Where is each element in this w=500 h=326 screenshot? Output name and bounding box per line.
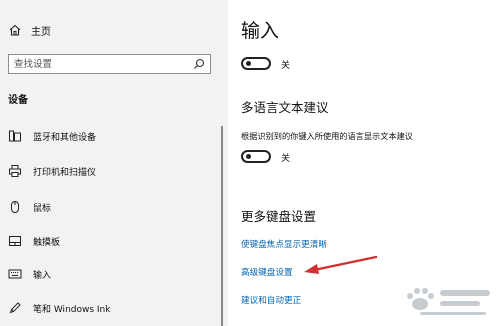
multilingual-toggle[interactable] [241, 150, 271, 163]
search-input[interactable] [9, 55, 194, 73]
more-keyboard-heading: 更多键盘设置 [241, 209, 317, 224]
sidebar-scrollbar[interactable] [221, 126, 223, 326]
home-icon [9, 24, 21, 36]
search-box [8, 54, 211, 74]
sidebar: 主页 设备 蓝牙和其他设备 打印机和扫描仪 [0, 0, 228, 326]
page-title: 输入 [241, 20, 280, 42]
typing-toggle[interactable] [241, 57, 271, 70]
sidebar-item-bluetooth[interactable]: 蓝牙和其他设备 [8, 128, 96, 144]
sidebar-item-label: 笔和 Windows Ink [33, 304, 111, 315]
sidebar-item-label: 触摸板 [33, 237, 61, 248]
mouse-icon [11, 201, 19, 213]
baidu-jingyan-watermark-icon [407, 288, 490, 315]
sidebar-item-label: 输入 [33, 270, 52, 281]
search-icon[interactable] [193, 58, 205, 70]
bluetooth-device-icon [9, 130, 21, 142]
sidebar-item-typing[interactable]: 输入 [8, 266, 51, 282]
settings-window: 主页 设备 蓝牙和其他设备 打印机和扫描仪 [0, 0, 500, 326]
sidebar-item-pen[interactable]: 笔和 Windows Ink [8, 300, 110, 316]
multilingual-heading: 多语言文本建议 [241, 100, 329, 115]
sidebar-item-printers[interactable]: 打印机和扫描仪 [8, 163, 96, 179]
sidebar-item-mouse[interactable]: 鼠标 [8, 199, 51, 215]
section-heading-devices: 设备 [8, 95, 28, 106]
sidebar-item-label: 鼠标 [33, 203, 52, 214]
multilingual-toggle-state: 关 [281, 154, 291, 164]
home-label: 主页 [31, 26, 51, 38]
pen-icon [9, 302, 21, 314]
red-arrow-icon [304, 255, 378, 274]
keyboard-icon [8, 269, 22, 279]
toggle-knob [246, 61, 251, 66]
printer-icon [9, 165, 21, 177]
suggestions-autocorrect-link[interactable]: 建议和自动更正 [241, 294, 301, 306]
sidebar-item-touchpad[interactable]: 触摸板 [8, 233, 60, 249]
sidebar-item-label: 蓝牙和其他设备 [33, 132, 97, 143]
sidebar-item-label: 打印机和扫描仪 [33, 167, 97, 178]
multilingual-description: 根据识别到的你键入所使用的语言显示文本建议 [241, 131, 413, 141]
toggle-knob [246, 154, 251, 159]
typing-toggle-state: 关 [281, 61, 291, 71]
touchpad-icon [9, 236, 21, 246]
keyboard-focus-link[interactable]: 使键盘焦点显示更清晰 [241, 238, 327, 250]
sidebar-home[interactable]: 主页 [8, 22, 51, 38]
advanced-keyboard-settings-link[interactable]: 高级键盘设置 [241, 266, 293, 278]
